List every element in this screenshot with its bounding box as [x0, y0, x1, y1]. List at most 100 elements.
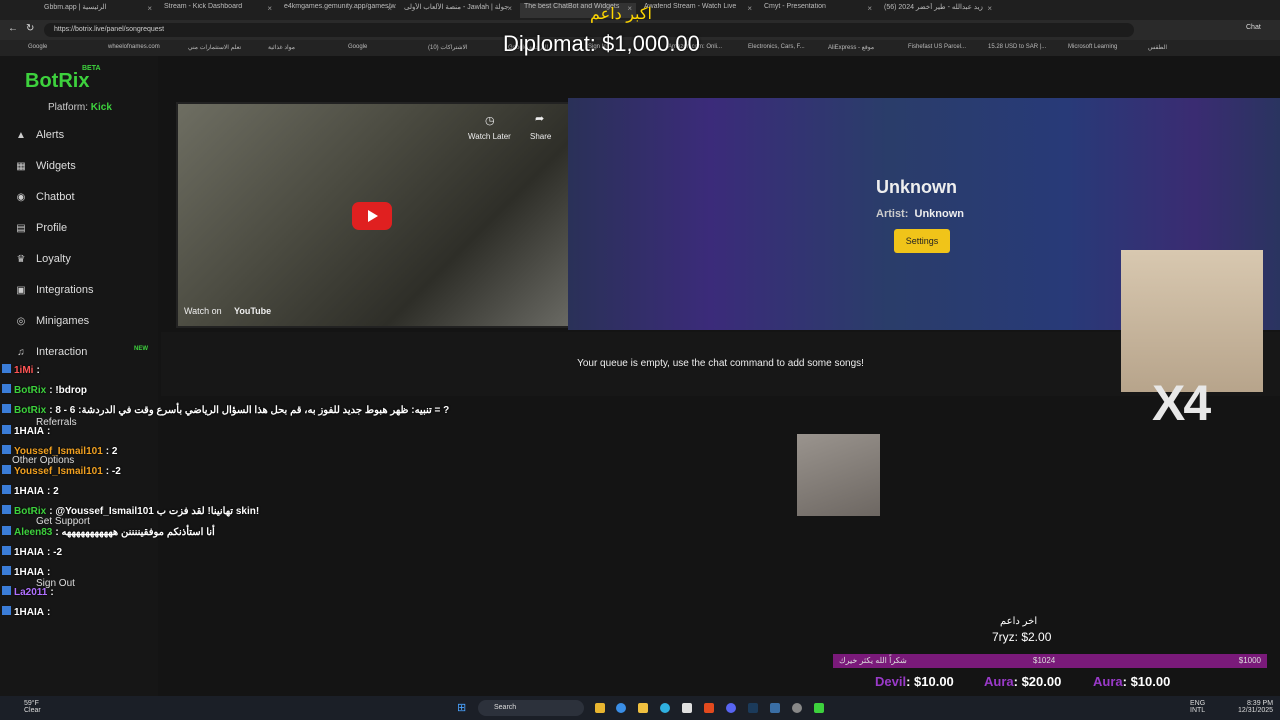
chat-badge-icon: [2, 566, 11, 575]
chat-message: BotRix: !bdrop: [2, 384, 87, 396]
start-icon[interactable]: ⊞: [457, 701, 466, 714]
back-icon[interactable]: ←: [8, 23, 18, 34]
chat-message: La2011:: [2, 586, 54, 598]
tab-label: e4kmgames.gemunity.app/games/w...: [284, 3, 396, 10]
chat-text: :: [36, 365, 40, 376]
bookmark-item[interactable]: 15.28 USD to SAR |...: [988, 44, 1046, 50]
chat-username: 1HAIA: [14, 567, 45, 578]
youtube-player[interactable]: Watch Later ◷ Share ➦ Watch on YouTube: [176, 102, 572, 328]
music-icon: ♫: [17, 347, 25, 358]
watch-later-button[interactable]: Watch Later: [468, 132, 511, 141]
watch-on-label: Watch on: [184, 306, 222, 316]
chat-username: Aleen83: [14, 526, 53, 538]
edge-icon[interactable]: [660, 703, 670, 713]
robot-icon: ◉: [16, 192, 26, 203]
sidebar-item-label: Loyalty: [36, 253, 71, 265]
settings-app-icon[interactable]: [792, 703, 802, 713]
sidebar-item-label: Minigames: [36, 315, 90, 327]
files-icon[interactable]: [638, 703, 648, 713]
sidebar-item-profile[interactable]: ▤ Profile: [14, 222, 67, 234]
close-tab-icon[interactable]: ×: [987, 4, 992, 13]
chat-username: Youssef_Ismail101: [14, 445, 103, 457]
sidebar-item-minigames[interactable]: ◎ Minigames: [14, 315, 90, 327]
top-donor: Diplomat: $1,000.00: [503, 31, 700, 56]
sidebar-item-widgets[interactable]: ▦ Widgets: [14, 160, 75, 172]
sidebar-item-loyalty[interactable]: ♛ Loyalty: [14, 253, 71, 265]
chat-text: :: [50, 587, 54, 599]
bookmark-item[interactable]: AliExpress - موقع: [828, 44, 874, 51]
app-icon[interactable]: [770, 703, 780, 713]
weather-widget[interactable]: 59°F Clear: [24, 700, 41, 714]
close-tab-icon[interactable]: ×: [867, 4, 872, 13]
language-indicator[interactable]: ENG INTL: [1190, 700, 1205, 714]
botrix-logo[interactable]: BotRix: [25, 70, 89, 93]
chat-text: :: [47, 567, 51, 578]
trophy-icon: ♛: [16, 254, 26, 265]
id-card-icon: ▤: [16, 223, 26, 234]
bookmark-item[interactable]: الطقس: [1148, 44, 1167, 51]
warning-icon: ▲: [16, 130, 26, 141]
share-icon: ➦: [535, 113, 545, 125]
sidebar-item-label: Interaction: [36, 346, 88, 358]
brave-icon[interactable]: [704, 703, 714, 713]
chat-message: Youssef_Ismail101: -2: [2, 465, 121, 477]
song-artist: Artist: Unknown: [876, 208, 965, 220]
top-donor-label: اكبر داعم: [590, 6, 652, 23]
sidebar-item-alerts[interactable]: ▲ Alerts: [14, 129, 64, 141]
chat-message: 1HAIA:: [2, 606, 50, 618]
chat-button[interactable]: Chat: [1246, 24, 1261, 31]
sidebar-item-label: Profile: [36, 222, 68, 234]
close-tab-icon[interactable]: ×: [387, 4, 392, 13]
bookmark-item[interactable]: تعلم الاستثمارات مني: [188, 44, 241, 51]
chrome-icon[interactable]: [616, 703, 626, 713]
close-tab-icon[interactable]: ×: [147, 4, 152, 13]
clock[interactable]: 8:39 PM 12/31/2025: [1238, 700, 1273, 714]
tab-label: Cmyt - Presentation: [764, 3, 826, 10]
sidebar-item-chatbot[interactable]: ◉ Chatbot: [14, 191, 75, 203]
settings-button[interactable]: Settings: [894, 229, 950, 253]
donation-amount: : $10.00: [906, 674, 954, 689]
share-button[interactable]: Share: [530, 132, 551, 141]
bookmark-item[interactable]: Microsoft Learning: [1068, 44, 1117, 50]
close-tab-icon[interactable]: ×: [507, 4, 512, 13]
browser-tab[interactable]: Awafend Stream - Watch Live ×: [640, 3, 756, 18]
donor-name: Devil: [875, 674, 907, 689]
bookmark-item[interactable]: Google: [28, 44, 47, 50]
sidebar-item-interaction[interactable]: ♫ Interaction: [14, 346, 87, 358]
youtube-logo[interactable]: YouTube: [234, 306, 271, 316]
store-icon[interactable]: [682, 703, 692, 713]
browser-tab[interactable]: Gbbm.app | الرئيسية ×: [40, 3, 156, 18]
gamepad-icon: ◎: [16, 316, 26, 327]
chat-text: : 2: [47, 486, 59, 498]
discord-icon[interactable]: [726, 703, 736, 713]
obs-icon[interactable]: [814, 703, 824, 713]
bookmark-item[interactable]: (10) الاشتراكات: [428, 44, 468, 51]
browser-tab[interactable]: Stream - Kick Dashboard ×: [160, 3, 276, 18]
bookmark-item[interactable]: مواد غذائية: [268, 44, 295, 51]
chat-badge-icon: [2, 505, 11, 515]
chat-message: 1HAIA:: [2, 424, 50, 437]
bookmark-item[interactable]: Electronics, Cars, F...: [748, 44, 805, 50]
chat-message: 1HAIA: 2: [2, 485, 59, 497]
play-button[interactable]: [352, 202, 392, 230]
goal-target: $1000: [1238, 656, 1261, 665]
bookmark-item[interactable]: wheelofnames.com: [108, 44, 160, 50]
reload-icon[interactable]: ↻: [26, 23, 34, 34]
search-box[interactable]: Search: [478, 700, 584, 716]
browser-tab[interactable]: (56) زيد عبدالله - طير أخضر 2024 ×: [880, 3, 996, 18]
queue-empty-message: Your queue is empty, use the chat comman…: [161, 332, 1280, 396]
recent-donation: Aura: $20.00: [984, 674, 1061, 689]
browser-tab[interactable]: e4kmgames.gemunity.app/games/w... ×: [280, 3, 396, 18]
browser-tab[interactable]: Cmyt - Presentation ×: [760, 3, 876, 18]
sidebar-item-integrations[interactable]: ▣ Integrations: [14, 284, 93, 296]
chat-text: : !bdrop: [49, 385, 87, 397]
steam-icon[interactable]: [748, 703, 758, 713]
sidebar-item-label: Chatbot: [36, 191, 75, 203]
close-tab-icon[interactable]: ×: [267, 4, 272, 13]
explorer-icon[interactable]: [595, 703, 605, 713]
botrix-panel: BotRix BETA Platform: Kick ▲ Alerts ▦ Widge…: [0, 56, 1280, 696]
bookmark-item[interactable]: Google: [348, 44, 367, 50]
browser-tab[interactable]: منصة الألعاب الأولى - Jawlah | جولة ×: [400, 3, 516, 18]
bookmark-item[interactable]: Fishefast US Parcel...: [908, 44, 966, 50]
close-tab-icon[interactable]: ×: [747, 4, 752, 13]
